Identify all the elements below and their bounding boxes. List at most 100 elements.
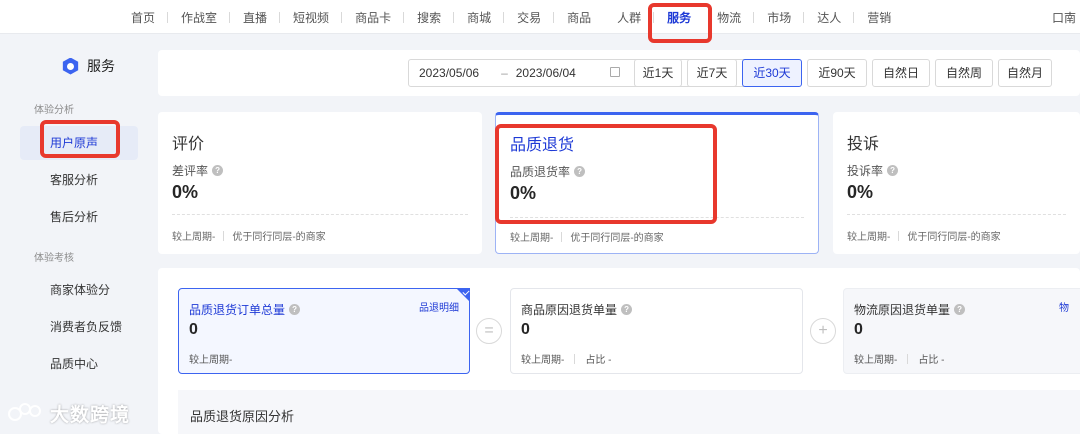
nav-item-crowd[interactable]: 人群 [604,9,655,26]
range-1-day[interactable]: 近1天 [634,59,682,87]
nav-item-trade[interactable]: 交易 [504,9,555,26]
sidebar-group-experience-assessment: 体验考核 [34,253,74,264]
card-value: 0% [847,182,874,202]
subcard-footer: 较上周期- 占比 - [521,351,611,366]
nav-item-influencer[interactable]: 达人 [804,9,855,26]
subcard-title: 商品原因退货单量? [521,301,633,318]
section-title: 品质退货原因分析 [190,409,295,424]
top-nav-right-text[interactable]: 口南 [1052,9,1076,26]
range-natural-month[interactable]: 自然月 [998,59,1052,87]
prev-period: 较上周期- [172,232,216,243]
subcard-title-text: 品质退货订单总量 [189,303,286,317]
help-icon[interactable]: ? [289,304,301,315]
sidebar-item-merchant-score[interactable]: 商家体验分 [20,273,138,307]
share: 占比 - [585,355,612,366]
card-footer: 较上周期- 优于同行同层-的商家 [510,229,664,244]
nav-item-mall[interactable]: 商城 [454,9,505,26]
help-icon[interactable]: ? [212,165,224,176]
sidebar-item-customer-service[interactable]: 客服分析 [20,163,138,197]
prev-period: 较上周期- [521,355,565,366]
card-review[interactable]: 评价 差评率? 0% 较上周期- 优于同行同层-的商家 [158,112,482,254]
subcard-logistics-returns[interactable]: 物流原因退货单量? 物 0 较上周期- 占比 - [843,288,1080,374]
footer-divider [898,230,900,241]
prev-period: 较上周期- [847,232,891,243]
range-30-days[interactable]: 近30天 [742,59,802,87]
footer-divider [561,231,563,242]
nav-item-marketing[interactable]: 营销 [854,9,904,26]
subcard-footer: 较上周期- [189,351,232,366]
selected-check-icon [456,288,470,302]
plus-operator: + [810,318,836,344]
card-value: 0% [172,182,199,202]
subcard-value: 0 [854,321,863,338]
card-title: 投诉 [847,136,880,153]
highlight-box-user-voice [40,120,120,158]
range-natural-week[interactable]: 自然周 [935,59,993,87]
card-metric: 投诉率? [847,162,899,179]
subcard-title-text: 商品原因退货单量 [521,303,618,317]
nav-item-market[interactable]: 市场 [754,9,805,26]
sidebar: 服务 体验分析 用户原声 客服分析 售后分析 体验考核 商家体验分 消费者负反馈… [0,34,150,434]
subcard-product-returns[interactable]: 商品原因退货单量? 0 较上周期- 占比 - [510,288,803,374]
watermark-text: 大数跨境 [50,405,131,426]
highlight-box-service-tab [648,3,712,43]
top-nav-items: 首页 作战室 直播 短视频 商品卡 搜索 商城 交易 商品 人群 服务 物流 市… [118,0,904,34]
range-7-days[interactable]: 近7天 [687,59,737,87]
help-icon[interactable]: ? [954,304,966,315]
top-navigation: 首页 作战室 直播 短视频 商品卡 搜索 商城 交易 商品 人群 服务 物流 市… [0,0,1080,34]
sidebar-item-negative-feedback[interactable]: 消费者负反馈 [20,310,138,344]
peer-compare: 优于同行同层-的商家 [232,232,326,243]
logistics-details-link[interactable]: 物 [1059,299,1069,314]
subcard-footer: 较上周期- 占比 - [854,351,944,366]
help-icon[interactable]: ? [887,165,899,176]
subcard-title: 品质退货订单总量? [189,301,301,318]
date-separator: – [501,66,508,80]
range-90-days[interactable]: 近90天 [807,59,867,87]
sidebar-group-experience-analysis: 体验分析 [34,105,74,116]
card-footer: 较上周期- 优于同行同层-的商家 [847,228,1001,243]
start-date[interactable]: 2023/05/06 [419,66,479,80]
prev-period: 较上周期- [510,233,554,244]
footer-divider [574,353,576,364]
calendar-icon[interactable] [610,67,620,77]
help-icon[interactable]: ? [621,304,633,315]
sidebar-title: 服务 [87,58,115,74]
highlight-box-quality-return [495,124,717,224]
return-reason-analysis-section: 品质退货原因分析 [178,390,1080,434]
subcard-value: 0 [521,321,530,338]
watermark: 大数跨境 [8,400,130,427]
subcard-value: 0 [189,321,198,338]
card-metric: 差评率? [172,162,224,179]
nav-item-search[interactable]: 搜索 [404,9,455,26]
card-divider [847,214,1066,215]
share: 占比 - [918,355,945,366]
watermark-logo-icon [8,402,46,425]
nav-item-home[interactable]: 首页 [118,9,169,26]
nav-item-war-room[interactable]: 作战室 [168,9,231,26]
nav-item-product-card[interactable]: 商品卡 [342,9,405,26]
subcard-title: 物流原因退货单量? [854,301,966,318]
prev-period: 较上周期- [189,355,233,366]
end-date[interactable]: 2023/06/04 [516,66,576,80]
peer-compare: 优于同行同层-的商家 [570,233,664,244]
subcard-total-quality-returns[interactable]: 品质退货订单总量? 品退明细 0 较上周期- [178,288,470,374]
card-complaint[interactable]: 投诉 投诉率? 0% 较上周期- 优于同行同层-的商家 [833,112,1080,254]
nav-item-short-video[interactable]: 短视频 [280,9,343,26]
peer-compare: 优于同行同层-的商家 [907,232,1001,243]
nav-item-live[interactable]: 直播 [230,9,281,26]
sidebar-item-quality-center[interactable]: 品质中心 [20,347,138,381]
metric-label: 投诉率 [847,164,884,178]
card-title: 评价 [172,136,205,153]
service-icon [62,57,79,75]
footer-divider [907,353,909,364]
card-footer: 较上周期- 优于同行同层-的商家 [172,228,326,243]
subcard-title-text: 物流原因退货单量 [854,303,951,317]
card-divider [172,214,468,215]
nav-item-product[interactable]: 商品 [554,9,604,26]
prev-period: 较上周期- [854,355,898,366]
return-details-link[interactable]: 品退明细 [419,299,459,314]
range-natural-day[interactable]: 自然日 [872,59,930,87]
footer-divider [223,230,225,241]
sidebar-item-after-sales[interactable]: 售后分析 [20,200,138,234]
sidebar-header: 服务 [62,56,115,76]
